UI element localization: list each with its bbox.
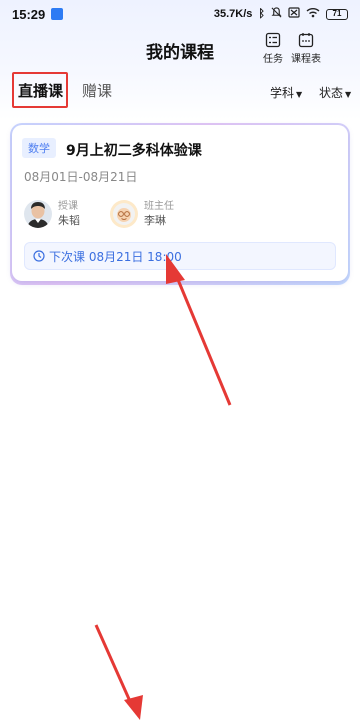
annotation-arrows: [94, 254, 232, 720]
annotation-arrow-down: [94, 624, 143, 720]
annotation-arrow-up: [166, 254, 232, 406]
